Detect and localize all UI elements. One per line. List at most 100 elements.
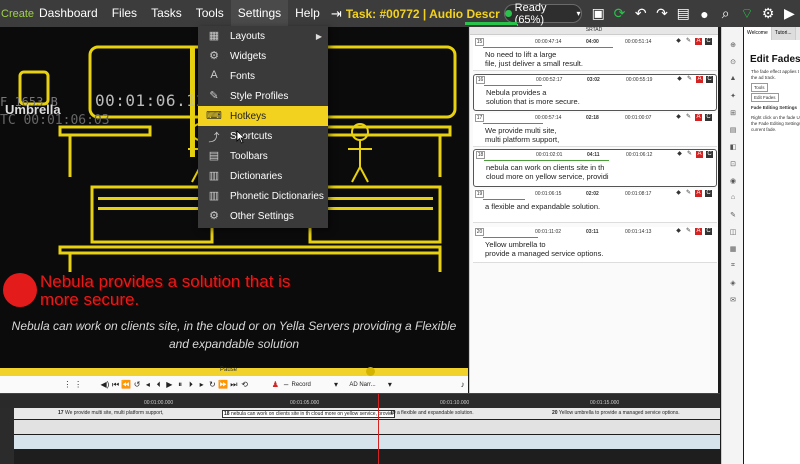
caption-marker-icon[interactable]: C: [705, 190, 712, 197]
subtitle-entry[interactable]: 20 00:01:11:02 03:11 00:01:14:13 ◆ ✎ A C Yellow …: [473, 227, 717, 263]
diamond-icon[interactable]: ◆: [676, 151, 683, 158]
subtitle-out-time[interactable]: 00:01:00:07: [625, 115, 651, 121]
pause-icon[interactable]: ⏸: [175, 380, 186, 390]
wifi-icon[interactable]: ⌔: [736, 5, 757, 23]
tool-icon[interactable]: ⌗: [722, 262, 744, 273]
play-icon[interactable]: ▶: [164, 380, 175, 389]
exit-icon[interactable]: ⇥: [331, 6, 342, 22]
menu-dots-icon[interactable]: ⋮: [62, 380, 73, 389]
tool-icon[interactable]: ✎: [722, 211, 744, 222]
timeline-clip[interactable]: 19 a flexible and expandable solution.: [390, 410, 474, 416]
forward-icon[interactable]: ↻: [207, 380, 218, 389]
delete-icon[interactable]: ▤: [673, 5, 694, 22]
tool-icon[interactable]: ✦: [722, 92, 744, 103]
subtitle-in-time[interactable]: 00:01:06:15: [535, 191, 561, 197]
rewind-icon[interactable]: ⏪: [121, 380, 132, 389]
tool-icon[interactable]: ⌂: [722, 194, 744, 205]
search-icon[interactable]: ⌕: [715, 5, 736, 22]
menu-item-toolbars[interactable]: ▤ Toolbars: [198, 146, 328, 166]
playhead[interactable]: [378, 394, 379, 464]
edit-icon[interactable]: ✎: [685, 114, 692, 121]
diamond-icon[interactable]: ◆: [676, 76, 683, 83]
subtitle-line[interactable]: Yellow umbrella to: [473, 237, 717, 249]
menu-help[interactable]: Help: [288, 0, 327, 27]
fast-forward-icon[interactable]: ⏩: [218, 380, 229, 389]
subtitle-entry[interactable]: 19 00:01:06:15 02:02 00:01:08:17 ◆ ✎ A Ca flexi…: [473, 189, 717, 223]
caption-marker-icon[interactable]: C: [705, 228, 712, 235]
diamond-icon[interactable]: ◆: [675, 190, 682, 197]
user-icon[interactable]: ●: [694, 6, 715, 22]
caption-marker-icon[interactable]: C: [705, 38, 712, 45]
tool-icon[interactable]: ▤: [722, 126, 744, 137]
ad-marker-icon[interactable]: A: [696, 76, 703, 83]
subtitle-duration[interactable]: 04:11: [587, 152, 600, 158]
subtitle-entry[interactable]: 17 00:00:57:14 02:18 00:01:00:07 ◆ ✎ A C We prov…: [473, 113, 717, 147]
record-button[interactable]: Record: [292, 382, 331, 388]
menu-item-fonts[interactable]: A Fonts: [198, 66, 328, 86]
edit-icon[interactable]: ✎: [685, 228, 692, 235]
tab-tutorial[interactable]: Tutori...: [771, 27, 796, 40]
help-button-tools[interactable]: Tools: [744, 81, 800, 92]
subtitle-line[interactable]: multi platform support,: [473, 135, 717, 144]
subtitle-entry[interactable]: 18 00:01:02:01 04:11 00:01:06:12 ◆ ✎ A Cnebula …: [473, 149, 717, 187]
tool-icon[interactable]: ⊕: [722, 41, 744, 52]
loop-icon[interactable]: ⟲: [239, 380, 250, 389]
menu-item-widgets[interactable]: ⚙ Widgets: [198, 46, 328, 66]
video-icon[interactable]: ▶: [779, 5, 800, 22]
edit-icon[interactable]: ✎: [685, 190, 692, 197]
subtitle-out-time[interactable]: 00:01:14:13: [625, 229, 651, 235]
help-button-edit-fades[interactable]: Edit Fades: [744, 91, 800, 102]
menu-settings[interactable]: Settings: [230, 0, 289, 27]
subtitle-duration[interactable]: 02:02: [586, 191, 599, 197]
skip-end-icon[interactable]: ⏭: [229, 380, 240, 390]
subtitle-line[interactable]: Nebula provides a: [474, 85, 716, 97]
subtitle-line[interactable]: file, just deliver a small result.: [473, 59, 717, 68]
subtitle-entry[interactable]: 15 00:00:47:14 04:00 00:00:51:14 ◆ ✎ A C No need…: [473, 37, 717, 71]
frame-forward-icon[interactable]: ▸: [196, 380, 207, 389]
ad-marker-icon[interactable]: A: [695, 38, 702, 45]
timeline-clip[interactable]: 18 nebula can work on clients site in th…: [222, 410, 395, 418]
back-icon[interactable]: ↺: [132, 380, 143, 389]
undo-icon[interactable]: ↶: [630, 5, 651, 22]
add-user-icon[interactable]: ♟: [270, 380, 281, 389]
step-forward-icon[interactable]: ⏵: [186, 380, 197, 390]
menu-item-dictionaries[interactable]: ▥ Dictionaries: [198, 166, 328, 186]
subtitle-in-time[interactable]: 00:01:11:02: [535, 229, 561, 235]
subtitle-line[interactable]: solution that is more secure.: [474, 97, 716, 106]
menu-item-shortcuts[interactable]: ⤴ Shortcuts: [198, 126, 328, 146]
subtitle-out-time[interactable]: 00:00:51:14: [625, 39, 651, 45]
edit-icon[interactable]: ✎: [686, 76, 693, 83]
ad-track[interactable]: [14, 435, 720, 449]
ad-marker-icon[interactable]: A: [695, 228, 702, 235]
subtitle-in-time[interactable]: 00:00:52:17: [536, 77, 562, 83]
tool-icon[interactable]: ◈: [722, 279, 744, 290]
caption-marker-icon[interactable]: C: [705, 114, 712, 121]
subtitle-duration[interactable]: 03:02: [587, 77, 600, 83]
ad-marker-icon[interactable]: A: [696, 151, 703, 158]
diamond-icon[interactable]: ◆: [675, 228, 682, 235]
tool-icon[interactable]: ⊞: [722, 109, 744, 120]
redo-icon[interactable]: ↷: [651, 5, 672, 22]
subtitle-line[interactable]: a flexible and expandable solution.: [473, 199, 717, 211]
status-badge[interactable]: Ready (65%) ▾: [504, 2, 582, 26]
subtitle-line[interactable]: cloud more on yellow service, providi: [474, 172, 716, 181]
menu-dashboard[interactable]: Dashboard: [32, 0, 105, 27]
menu-item-style-profiles[interactable]: ✎ Style Profiles: [198, 86, 328, 106]
edit-icon[interactable]: ✎: [685, 38, 692, 45]
subtitle-line[interactable]: We provide multi site,: [473, 123, 717, 135]
ad-marker-icon[interactable]: A: [695, 114, 702, 121]
settings-icon[interactable]: ⚙: [758, 5, 779, 22]
tool-icon[interactable]: ✉: [722, 296, 744, 307]
ad-narration-select[interactable]: AD Narr...: [349, 382, 384, 388]
dropdown-arrow-icon[interactable]: ▾: [331, 380, 342, 389]
timeline-clip[interactable]: 17 We provide multi site, multi platform…: [58, 410, 164, 416]
tool-icon[interactable]: ▲: [722, 75, 744, 86]
subtitle-entry[interactable]: 16 00:00:52:17 03:02 00:00:55:19 ◆ ✎ A C Nebula …: [473, 74, 717, 111]
progress-thumb[interactable]: [365, 367, 375, 376]
tool-icon[interactable]: ⊡: [722, 160, 744, 171]
subtitle-duration[interactable]: 04:00: [586, 39, 599, 45]
sync-icon[interactable]: ⟳: [609, 5, 630, 22]
skip-start-icon[interactable]: ⏮: [110, 380, 121, 390]
window-icon[interactable]: ▣: [588, 5, 609, 22]
subtitle-out-time[interactable]: 00:01:08:17: [625, 191, 651, 197]
